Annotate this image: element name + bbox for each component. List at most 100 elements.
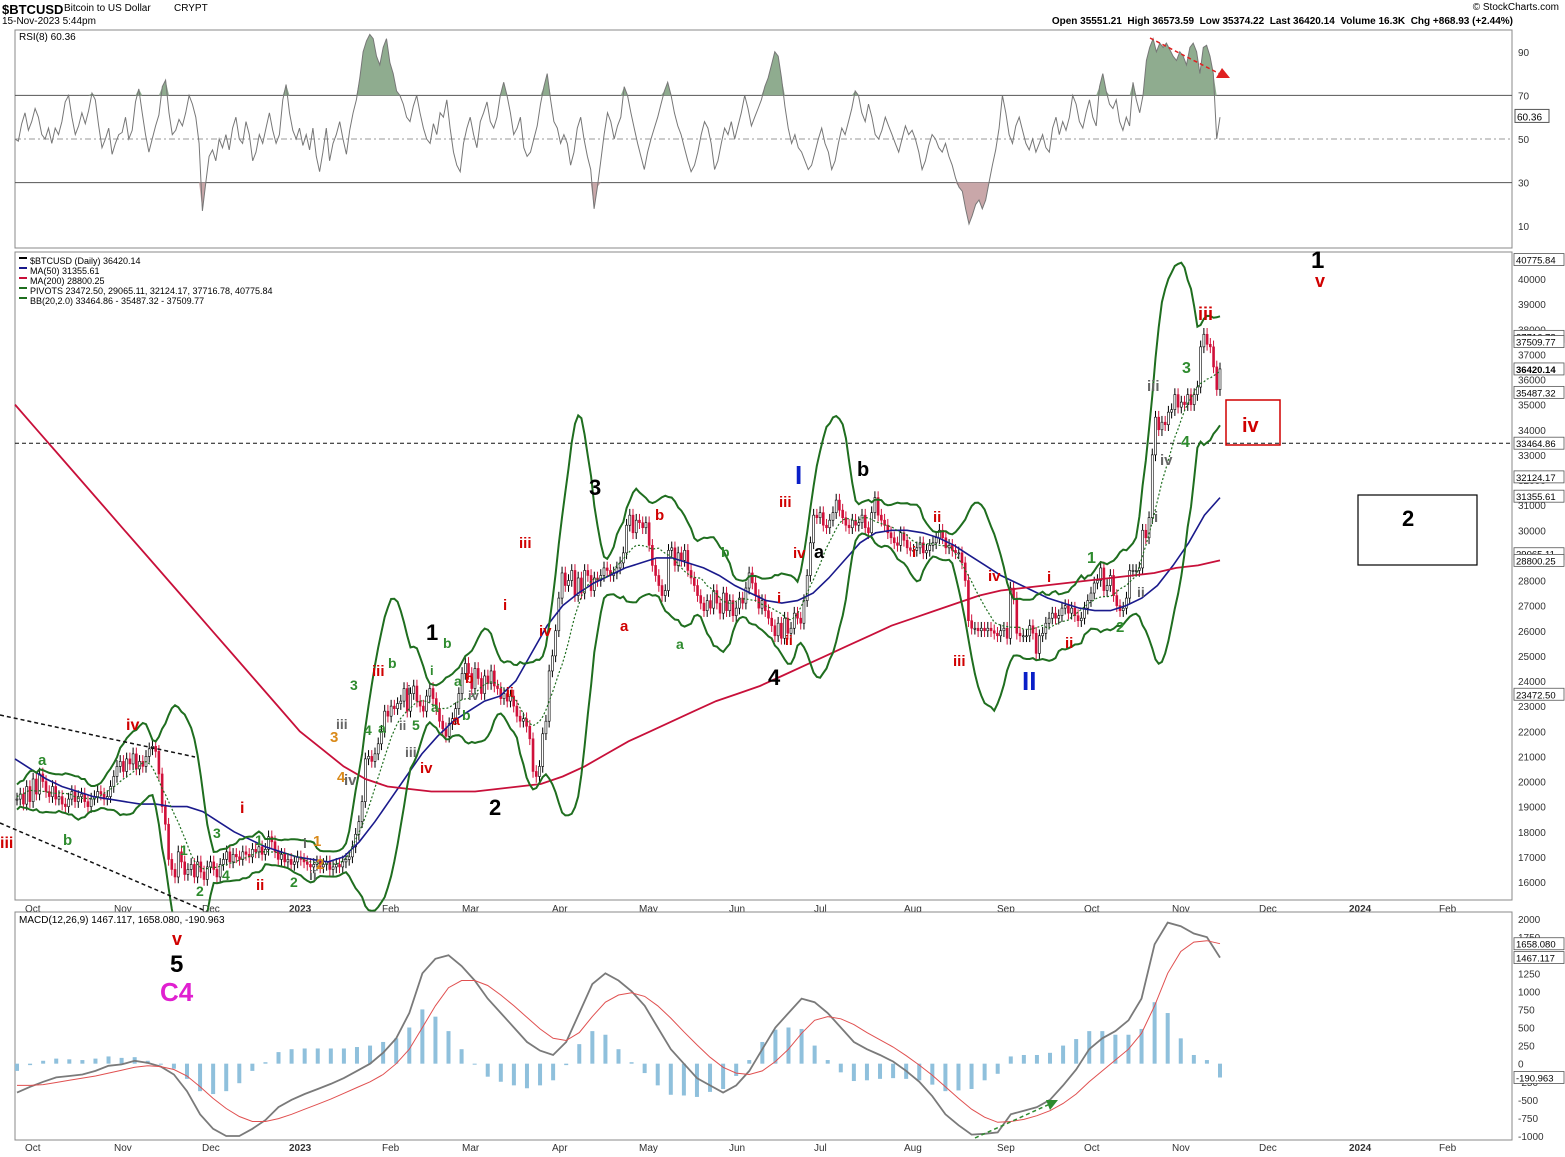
- candle-body: [670, 547, 674, 551]
- macd-histogram-bar: [969, 1063, 974, 1089]
- candle-body: [641, 522, 644, 529]
- price-tick-label: 22000: [1518, 727, 1546, 738]
- macd-histogram-bar: [786, 1027, 791, 1064]
- candle-body: [305, 861, 309, 865]
- candle-body: [241, 851, 245, 860]
- price-tick-label: 34000: [1518, 426, 1546, 437]
- candle-body: [796, 612, 799, 619]
- candle-body: [1031, 625, 1035, 634]
- candle-body: [680, 552, 683, 561]
- wave-label: i: [503, 597, 507, 614]
- macd-histogram-bar: [498, 1063, 503, 1082]
- candle-body: [1199, 346, 1202, 388]
- candle-body: [70, 791, 74, 800]
- wave-label: 3: [350, 677, 358, 693]
- macd-histogram-bar: [41, 1060, 46, 1064]
- candle-body: [360, 801, 364, 822]
- candle-body: [164, 806, 167, 825]
- macd-month-label: Jul: [814, 1143, 827, 1154]
- candle-body: [293, 861, 296, 865]
- candle-body: [815, 514, 819, 518]
- candle-body: [115, 766, 119, 777]
- candle-body: [80, 793, 83, 797]
- candle-body: [896, 542, 899, 546]
- macd-histogram-bar: [577, 1044, 582, 1064]
- candle-body: [99, 791, 103, 795]
- candle-body: [493, 670, 496, 687]
- candle-body: [970, 620, 973, 629]
- candle-body: [1015, 597, 1019, 634]
- candle-body: [570, 570, 574, 581]
- candle-body: [834, 499, 838, 513]
- candle-body: [373, 753, 377, 762]
- candle-body: [347, 856, 351, 860]
- macd-histogram-bar: [655, 1063, 660, 1086]
- candle-body: [605, 567, 609, 571]
- macd-histogram-bar: [1218, 1063, 1222, 1078]
- candle-body: [660, 585, 664, 596]
- macd-histogram-bar: [747, 1060, 752, 1064]
- wave-label: v: [1315, 271, 1325, 291]
- candle-body: [1096, 580, 1099, 584]
- macd-histogram-bar: [864, 1063, 869, 1081]
- candle-body: [402, 688, 406, 702]
- macd-histogram-bar: [302, 1048, 307, 1064]
- price-panel: 1600017000180001900020000210002200023000…: [0, 251, 1565, 985]
- macd-histogram-bar: [708, 1063, 713, 1092]
- candle-body: [1089, 592, 1093, 601]
- candle-body: [551, 655, 554, 672]
- macd-right-label: 1467.117: [1516, 954, 1555, 965]
- candle-body: [1212, 346, 1215, 368]
- candle-body: [1086, 600, 1090, 609]
- wave-label: iv: [344, 772, 357, 789]
- candle-body: [422, 705, 425, 712]
- macd-histogram-bar: [1204, 1060, 1209, 1064]
- candle-body: [480, 678, 483, 694]
- wave-label: i: [407, 682, 411, 698]
- candle-body: [193, 864, 196, 878]
- candle-body: [847, 524, 851, 529]
- candle-body: [986, 627, 990, 632]
- candle-body: [712, 590, 715, 609]
- wave-label: iv: [793, 545, 806, 562]
- candle-body: [715, 590, 719, 604]
- candle-body: [1176, 394, 1180, 408]
- macd-histogram-bar: [171, 1063, 176, 1069]
- candle-body: [251, 849, 254, 858]
- macd-histogram-bar: [681, 1063, 686, 1096]
- macd-histogram-bar: [878, 1063, 883, 1079]
- candle-body: [573, 570, 577, 596]
- candle-body: [157, 751, 161, 775]
- macd-histogram-bar: [603, 1034, 608, 1064]
- wave-label: b: [443, 635, 452, 651]
- macd-histogram-bar: [1139, 1028, 1144, 1064]
- wave-label: 5: [412, 717, 420, 733]
- price-tick-label: 27000: [1518, 602, 1546, 613]
- wave-label: a: [378, 720, 386, 736]
- candle-body: [1076, 615, 1080, 621]
- price-legend-swatch: [19, 297, 27, 299]
- rsi-value-label: 60.36: [1517, 112, 1542, 123]
- candle-body: [751, 572, 754, 584]
- candle-body: [18, 793, 22, 800]
- candle-body: [892, 537, 896, 544]
- macd-tick-label: 0: [1518, 1060, 1524, 1071]
- wave-label: 4: [1181, 434, 1190, 451]
- wave-label: 4: [364, 722, 372, 738]
- candle-body: [780, 622, 783, 639]
- candle-body: [64, 803, 67, 807]
- wave-label: a: [676, 636, 684, 652]
- candle-body: [563, 572, 567, 586]
- candle-body: [415, 685, 419, 702]
- candle-body: [1170, 409, 1173, 413]
- candle-body: [1060, 607, 1064, 616]
- macd-histogram-bar: [1191, 1054, 1196, 1064]
- candle-body: [1070, 607, 1073, 614]
- candle-body: [1005, 627, 1009, 639]
- macd-histogram-bar: [341, 1048, 346, 1064]
- price-tick-label: 25000: [1518, 652, 1546, 663]
- wave-label: i: [430, 663, 434, 678]
- macd-tick-label: 2000: [1518, 915, 1541, 926]
- macd-month-label: Oct: [1084, 1143, 1100, 1154]
- macd-month-label: Dec: [202, 1143, 220, 1154]
